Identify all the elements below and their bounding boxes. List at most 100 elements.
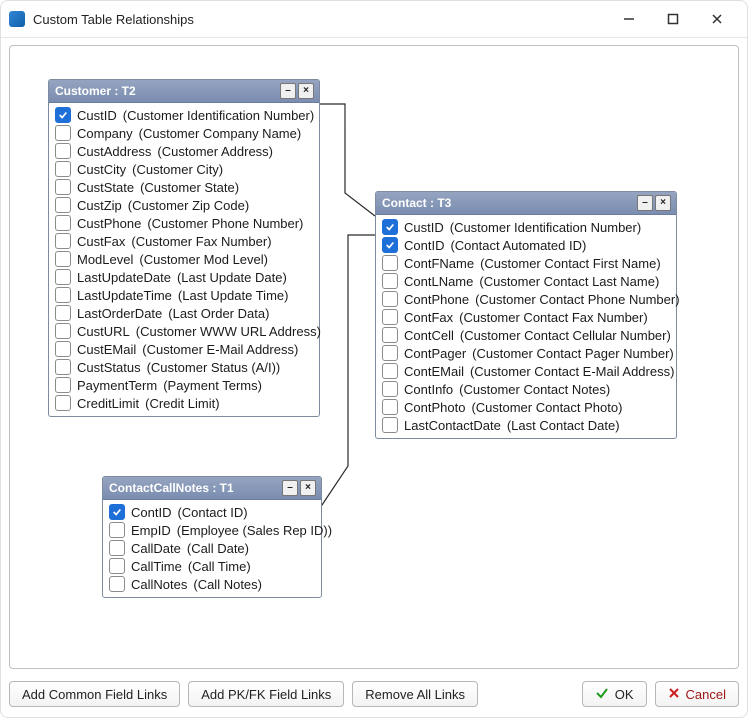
field-checkbox[interactable]	[55, 377, 71, 393]
field-checkbox[interactable]	[109, 540, 125, 556]
field-row[interactable]: CustState (Customer State)	[53, 178, 315, 196]
field-description: (Customer Zip Code)	[128, 198, 249, 213]
table-minimize-icon[interactable]: –	[280, 83, 296, 99]
field-row[interactable]: ContFax (Customer Contact Fax Number)	[380, 308, 672, 326]
field-row[interactable]: CustID (Customer Identification Number)	[380, 218, 672, 236]
table-minimize-icon[interactable]: –	[637, 195, 653, 211]
field-description: (Employee (Sales Rep ID))	[177, 523, 332, 538]
field-row[interactable]: LastUpdateDate (Last Update Date)	[53, 268, 315, 286]
field-checkbox[interactable]	[382, 363, 398, 379]
table-contact[interactable]: Contact : T3 – × CustID (Customer Identi…	[375, 191, 677, 439]
maximize-button[interactable]	[651, 5, 695, 33]
field-checkbox[interactable]	[382, 291, 398, 307]
table-customer[interactable]: Customer : T2 – × CustID (Customer Ident…	[48, 79, 320, 417]
table-close-icon[interactable]: ×	[298, 83, 314, 99]
field-row[interactable]: ContPhone (Customer Contact Phone Number…	[380, 290, 672, 308]
field-checkbox[interactable]	[55, 179, 71, 195]
field-checkbox[interactable]	[109, 576, 125, 592]
field-checkbox[interactable]	[382, 237, 398, 253]
field-description: (Call Date)	[187, 541, 249, 556]
field-row[interactable]: ContID (Contact Automated ID)	[380, 236, 672, 254]
field-name: CustCity	[77, 162, 126, 177]
field-row[interactable]: EmpID (Employee (Sales Rep ID))	[107, 521, 317, 539]
field-row[interactable]: CustZip (Customer Zip Code)	[53, 196, 315, 214]
field-row[interactable]: CustAddress (Customer Address)	[53, 142, 315, 160]
table-header[interactable]: ContactCallNotes : T1 – ×	[103, 477, 321, 500]
field-row[interactable]: ContID (Contact ID)	[107, 503, 317, 521]
field-description: (Customer Contact Phone Number)	[475, 292, 679, 307]
remove-all-links-button[interactable]: Remove All Links	[352, 681, 478, 707]
field-checkbox[interactable]	[382, 345, 398, 361]
table-close-icon[interactable]: ×	[300, 480, 316, 496]
field-checkbox[interactable]	[382, 219, 398, 235]
field-description: (Contact Automated ID)	[450, 238, 586, 253]
field-row[interactable]: CreditLimit (Credit Limit)	[53, 394, 315, 412]
field-checkbox[interactable]	[55, 125, 71, 141]
field-row[interactable]: CustPhone (Customer Phone Number)	[53, 214, 315, 232]
field-checkbox[interactable]	[382, 309, 398, 325]
field-checkbox[interactable]	[55, 233, 71, 249]
add-common-field-links-button[interactable]: Add Common Field Links	[9, 681, 180, 707]
table-body: CustID (Customer Identification Number)C…	[376, 215, 676, 438]
field-row[interactable]: CustCity (Customer City)	[53, 160, 315, 178]
field-row[interactable]: CustEMail (Customer E-Mail Address)	[53, 340, 315, 358]
table-header[interactable]: Customer : T2 – ×	[49, 80, 319, 103]
field-row[interactable]: CallTime (Call Time)	[107, 557, 317, 575]
field-row[interactable]: PaymentTerm (Payment Terms)	[53, 376, 315, 394]
field-name: CallDate	[131, 541, 181, 556]
field-checkbox[interactable]	[109, 558, 125, 574]
field-row[interactable]: ContCell (Customer Contact Cellular Numb…	[380, 326, 672, 344]
field-checkbox[interactable]	[382, 327, 398, 343]
field-checkbox[interactable]	[109, 504, 125, 520]
field-checkbox[interactable]	[55, 287, 71, 303]
field-row[interactable]: CustStatus (Customer Status (A/I))	[53, 358, 315, 376]
field-row[interactable]: ContPhoto (Customer Contact Photo)	[380, 398, 672, 416]
field-row[interactable]: ModLevel (Customer Mod Level)	[53, 250, 315, 268]
field-row[interactable]: CallDate (Call Date)	[107, 539, 317, 557]
field-row[interactable]: ContLName (Customer Contact Last Name)	[380, 272, 672, 290]
field-checkbox[interactable]	[382, 273, 398, 289]
ok-button[interactable]: OK	[582, 681, 647, 707]
relationship-canvas[interactable]: Customer : T2 – × CustID (Customer Ident…	[10, 46, 738, 668]
field-row[interactable]: ContInfo (Customer Contact Notes)	[380, 380, 672, 398]
field-row[interactable]: LastContactDate (Last Contact Date)	[380, 416, 672, 434]
field-checkbox[interactable]	[55, 215, 71, 231]
field-checkbox[interactable]	[55, 323, 71, 339]
field-row[interactable]: ContFName (Customer Contact First Name)	[380, 254, 672, 272]
field-checkbox[interactable]	[55, 197, 71, 213]
add-pk-fk-field-links-button[interactable]: Add PK/FK Field Links	[188, 681, 344, 707]
field-checkbox[interactable]	[55, 161, 71, 177]
field-row[interactable]: ContEMail (Customer Contact E-Mail Addre…	[380, 362, 672, 380]
field-checkbox[interactable]	[55, 269, 71, 285]
field-name: PaymentTerm	[77, 378, 157, 393]
field-checkbox[interactable]	[382, 417, 398, 433]
cancel-button[interactable]: Cancel	[655, 681, 739, 707]
field-row[interactable]: LastOrderDate (Last Order Data)	[53, 304, 315, 322]
field-row[interactable]: CallNotes (Call Notes)	[107, 575, 317, 593]
field-checkbox[interactable]	[55, 395, 71, 411]
field-row[interactable]: LastUpdateTime (Last Update Time)	[53, 286, 315, 304]
close-button[interactable]	[695, 5, 739, 33]
field-row[interactable]: Company (Customer Company Name)	[53, 124, 315, 142]
table-minimize-icon[interactable]: –	[282, 480, 298, 496]
field-checkbox[interactable]	[55, 251, 71, 267]
field-checkbox[interactable]	[55, 341, 71, 357]
field-checkbox[interactable]	[382, 399, 398, 415]
field-row[interactable]: CustURL (Customer WWW URL Address)	[53, 322, 315, 340]
minimize-button[interactable]	[607, 5, 651, 33]
field-checkbox[interactable]	[55, 359, 71, 375]
table-close-icon[interactable]: ×	[655, 195, 671, 211]
field-checkbox[interactable]	[109, 522, 125, 538]
table-contactcallnotes[interactable]: ContactCallNotes : T1 – × ContID (Contac…	[102, 476, 322, 598]
field-row[interactable]: ContPager (Customer Contact Pager Number…	[380, 344, 672, 362]
field-checkbox[interactable]	[382, 381, 398, 397]
table-header[interactable]: Contact : T3 – ×	[376, 192, 676, 215]
field-row[interactable]: CustFax (Customer Fax Number)	[53, 232, 315, 250]
field-checkbox[interactable]	[55, 305, 71, 321]
field-name: ContPhoto	[404, 400, 465, 415]
field-name: CustID	[77, 108, 117, 123]
field-row[interactable]: CustID (Customer Identification Number)	[53, 106, 315, 124]
field-checkbox[interactable]	[55, 107, 71, 123]
field-checkbox[interactable]	[382, 255, 398, 271]
field-checkbox[interactable]	[55, 143, 71, 159]
